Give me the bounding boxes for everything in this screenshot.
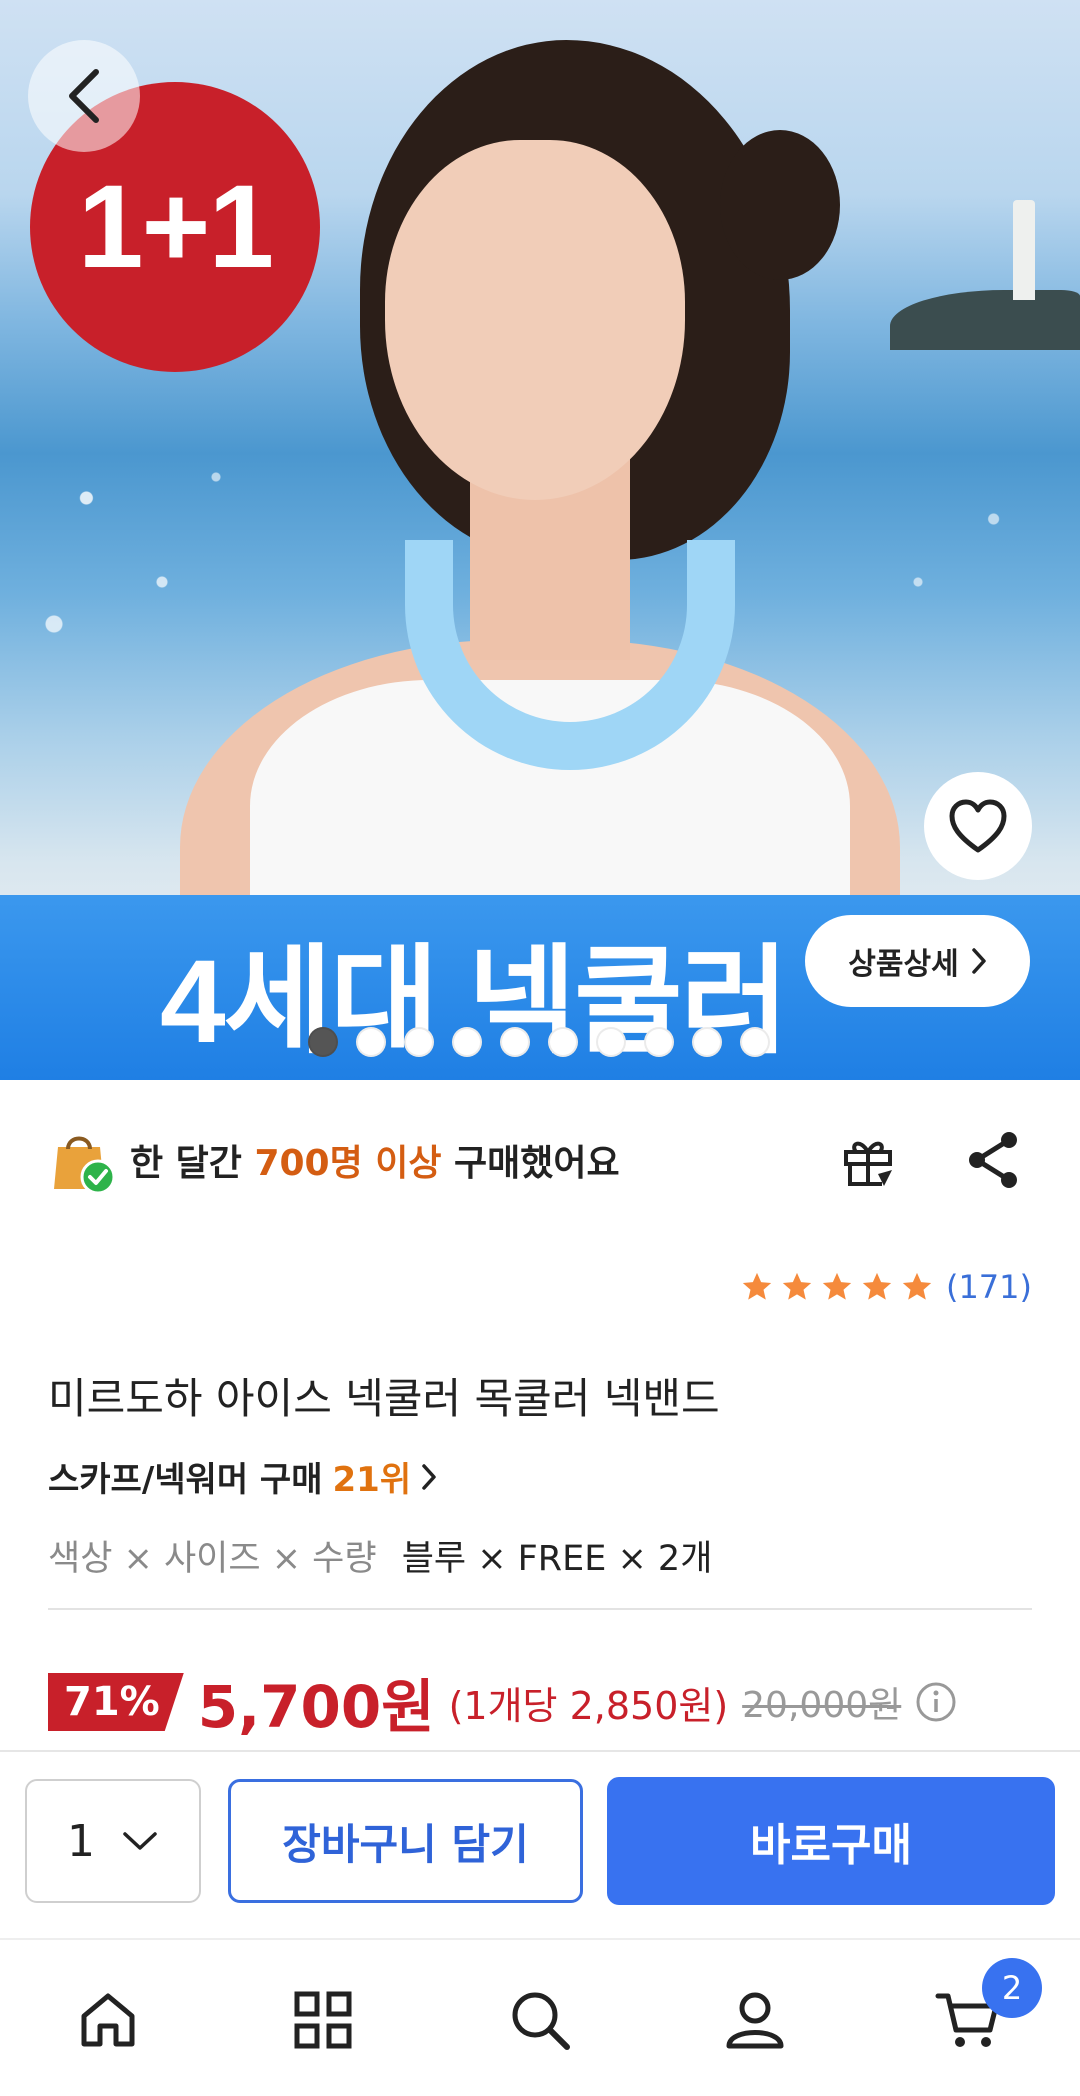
nav-search[interactable] [500,1980,580,2060]
chevron-right-icon [422,1463,436,1490]
carousel-dot [356,1027,386,1057]
quantity-select[interactable]: 1 [25,1779,201,1903]
gift-button[interactable] [828,1120,908,1200]
nav-categories[interactable] [283,1980,363,2060]
star-icon [782,1272,812,1300]
price-row: 71% 5,700원 (1개당 2,850원) 20,000원 [48,1660,957,1744]
carousel-dot [548,1027,578,1057]
chevron-right-icon [971,948,986,974]
carousel-dot [692,1027,722,1057]
purchase-info-row: 한 달간 700명 이상 구매했어요 [48,1120,1032,1200]
carousel-dot [596,1027,626,1057]
carousel-dot [644,1027,674,1057]
carousel-dot [404,1027,434,1057]
rank-value: 21위 [332,1460,412,1500]
star-icon [902,1272,932,1300]
grid-icon [294,1991,352,2049]
quantity-value: 1 [67,1815,95,1867]
island-graphic [890,290,1080,350]
user-icon [726,1992,784,2049]
share-button[interactable] [953,1120,1033,1200]
back-button[interactable] [28,40,140,152]
star-icon [822,1272,852,1300]
carousel-dot [308,1027,338,1057]
discount-badge: 71% [48,1673,184,1731]
carousel-indicator [308,1027,770,1057]
info-icon[interactable] [915,1681,957,1723]
carousel-dot [500,1027,530,1057]
carousel-dot [740,1027,770,1057]
add-to-cart-button[interactable]: 장바구니 담기 [228,1779,583,1903]
wishlist-button[interactable] [924,772,1032,880]
bottom-navigation: 2 [0,1938,1080,2096]
unit-price: (1개당 2,850원) [448,1683,729,1728]
purchase-action-bar: 1 장바구니 담기 바로구매 [0,1750,1080,1940]
home-icon [81,1993,135,2047]
review-count[interactable]: (171) [946,1268,1032,1306]
shopping-bag-check-icon [48,1125,118,1195]
purchase-text-prefix: 한 달간 [130,1143,255,1184]
purchase-count-highlight: 700명 이상 [254,1143,442,1184]
rating-row[interactable]: (171) [740,1268,1032,1306]
star-icon [862,1272,892,1300]
model-hair-bun [720,130,840,280]
selected-option: 색상 × 사이즈 × 수량 블루 × FREE × 2개 [48,1530,712,1581]
product-detail-label: 상품상세 [848,947,959,982]
chevron-left-icon [69,69,99,123]
gift-icon [844,1141,892,1186]
heart-icon [949,799,1007,853]
nav-home[interactable] [68,1980,148,2060]
rank-category: 스카프/넥워머 구매 [48,1460,323,1500]
category-rank-link[interactable]: 스카프/넥워머 구매 21위 [48,1452,437,1501]
purchase-text-suffix: 구매했어요 [441,1143,620,1184]
original-price: 20,000원 [742,1685,902,1726]
chevron-down-icon [123,1832,157,1850]
search-icon [512,1992,570,2050]
option-label: 색상 × 사이즈 × 수량 [48,1539,377,1579]
lighthouse-graphic [1013,200,1035,300]
nav-my-page[interactable] [715,1980,795,2060]
model-face [385,140,685,500]
product-title: 미르도하 아이스 넥쿨러 목쿨러 넥밴드 [48,1374,720,1423]
purchase-count-text: 한 달간 700명 이상 구매했어요 [130,1134,620,1186]
carousel-dot [452,1027,482,1057]
product-detail-button[interactable]: 상품상세 [805,915,1030,1007]
divider [48,1608,1032,1610]
option-value: 블루 × FREE × 2개 [401,1539,713,1579]
buy-now-button[interactable]: 바로구매 [607,1777,1055,1905]
cart-count-badge: 2 [982,1958,1042,2018]
share-icon [969,1132,1017,1188]
star-icon [742,1272,772,1300]
sale-price: 5,700원 [197,1673,435,1741]
